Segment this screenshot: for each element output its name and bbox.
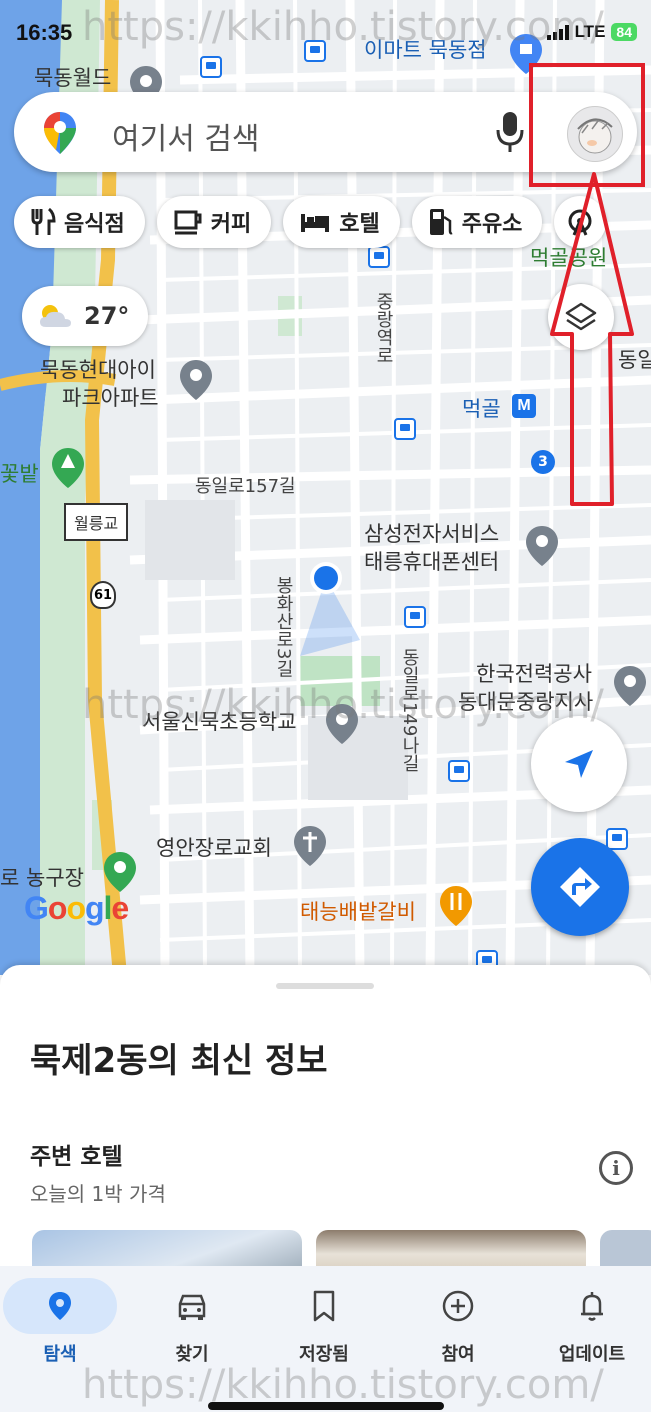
status-time: 16:35 [16,20,73,45]
chip-coffee[interactable]: 커피 [156,196,272,248]
bell-icon [581,1292,603,1321]
route-61-badge: 61 [90,581,116,609]
restaurant-pin-icon[interactable] [438,884,474,928]
nearby-hotels-title: 주변 호텔 [30,1144,123,1170]
map-label-hyundai[interactable]: 묵동현대아이 [40,354,156,384]
info-icon[interactable]: i [599,1151,633,1185]
weather-temperature: 27° [84,302,130,330]
map-label-samsung-1[interactable]: 삼성전자서비스 [364,518,499,548]
map-label-kkotbat[interactable]: 꽃밭 [0,458,39,488]
directions-icon [560,867,600,907]
car-icon [178,1294,206,1320]
add-circle-icon [442,1290,474,1322]
directions-button[interactable] [531,838,629,936]
battery-icon: 84 [611,23,637,41]
map-label-mukdong-world[interactable]: 묵동월드 [34,62,111,92]
map-label-dongil157: 동일로157길 [195,476,296,497]
watermark-text: https://kkihho.tistory.com/ [82,1362,604,1408]
park-pin-icon[interactable] [50,446,86,490]
current-location-icon [300,562,360,656]
my-location-button[interactable] [531,716,627,812]
chip-label: 음식점 [64,212,125,237]
google-logo: Google [24,890,129,926]
watermark-text: https://kkihho.tistory.com/ [82,4,604,50]
annotation-arrow-icon [550,172,634,506]
place-pin-icon[interactable] [612,664,648,708]
explore-pin-icon [49,1292,71,1320]
map-label-galbi[interactable]: 태능배밭갈비 [300,896,416,926]
map-label-park-apt[interactable]: 파크아파트 [62,382,159,412]
chip-restaurant[interactable]: 음식점 [14,196,145,248]
map-label-meokgol[interactable]: 먹골 [462,393,501,423]
bus-stop-icon[interactable] [606,828,628,850]
church-pin-icon[interactable] [292,824,328,868]
sheet-title: 묵제2동의 최신 정보 [30,1041,328,1081]
map-label-samsung-2[interactable]: 태릉휴대폰센터 [364,546,499,576]
place-pin-icon[interactable] [524,524,560,568]
coffee-icon [174,210,202,235]
metro-station-icon[interactable]: M [512,394,536,418]
sheet-drag-handle[interactable] [276,983,374,989]
maps-logo-icon [44,112,76,154]
park-pin-icon[interactable] [102,850,138,894]
chip-hotel[interactable]: 호텔 [283,196,400,248]
partly-cloudy-icon [40,305,71,327]
map-label-church[interactable]: 영안장로교회 [156,832,272,862]
chip-gas-station[interactable]: 주유소 [411,196,543,248]
search-input[interactable]: 여기서 검색 [112,114,260,158]
weather-chip[interactable]: 27° [22,286,148,346]
category-chips: 음식점 커피 호텔 주유소 [14,196,607,252]
bed-icon [301,214,330,232]
chip-label: 커피 [210,212,252,237]
chip-label: 주유소 [461,212,523,237]
bookmark-icon [313,1290,335,1322]
bus-stop-icon[interactable] [448,760,470,782]
bus-stop-icon[interactable] [394,418,416,440]
watermark-text: https://kkihho.tistory.com/ [82,682,604,728]
navigation-arrow-icon [565,750,593,778]
gas-station-icon [429,209,453,235]
map-label-wolleunggyo: 월릉교 [64,503,129,541]
restaurant-icon [31,207,56,235]
microphone-icon[interactable] [494,110,526,154]
annotation-highlight-box [529,63,645,187]
map-label-jungnangyeokro: 중랑역로 [373,292,394,364]
place-pin-icon[interactable] [178,358,214,402]
bus-stop-icon[interactable] [404,606,426,628]
nearby-hotels-subtitle: 오늘의 1박 가격 [30,1182,166,1206]
map-label-basketball[interactable]: 로 농구장 [0,862,84,892]
chip-label: 호텔 [339,212,380,237]
